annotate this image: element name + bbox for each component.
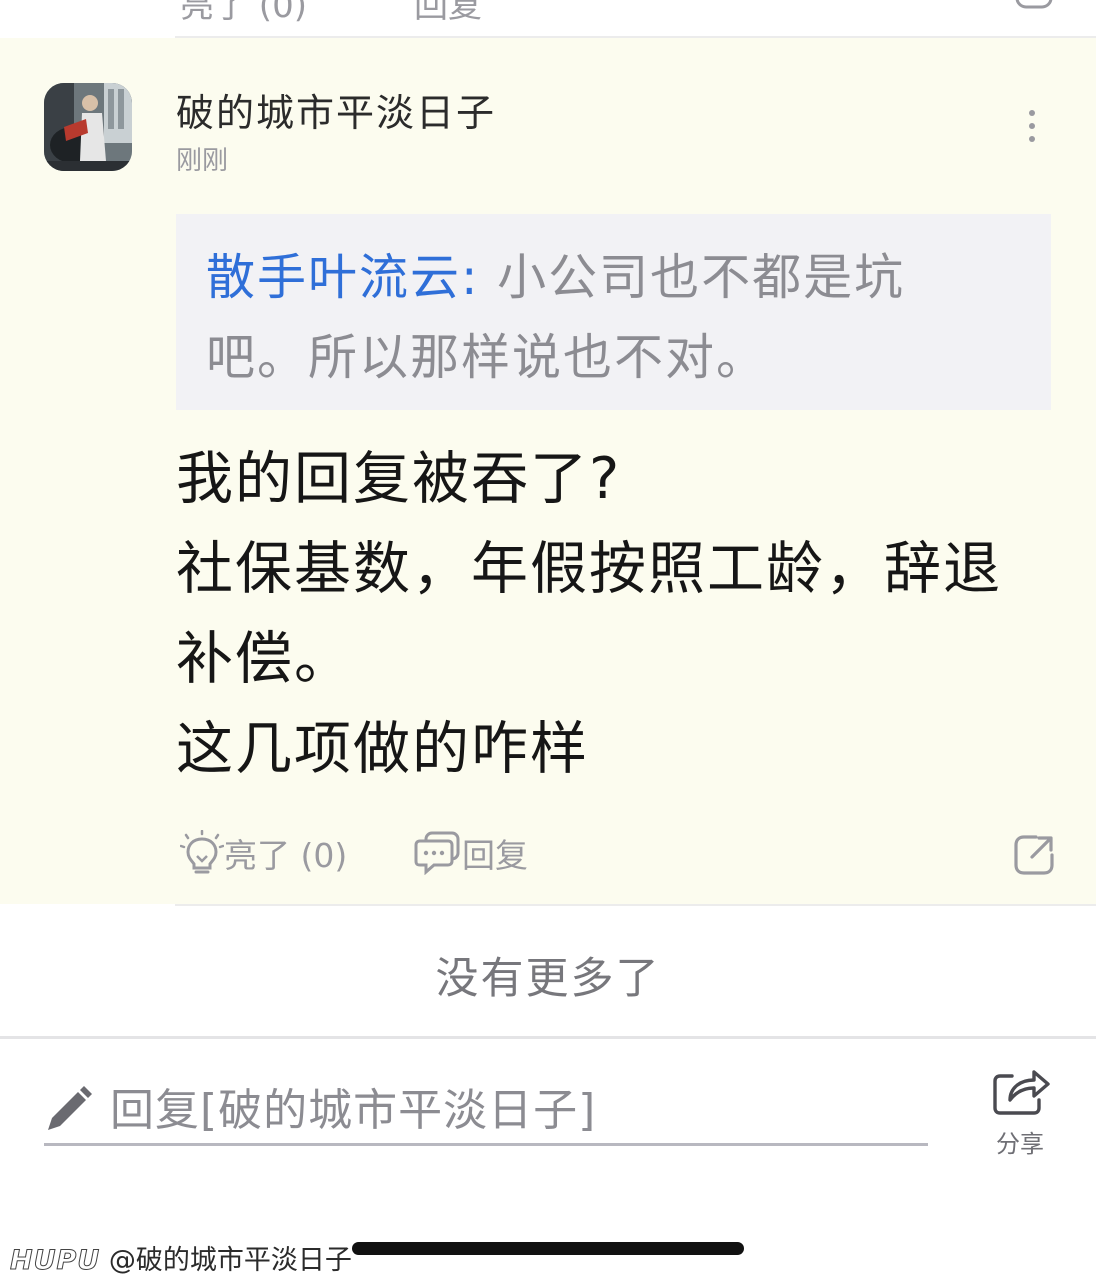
share-label: 分享 xyxy=(996,1130,1044,1158)
avatar-image xyxy=(44,83,132,171)
reply-input[interactable] xyxy=(110,1080,910,1140)
more-vertical-icon[interactable] xyxy=(1014,108,1050,144)
watermark-brand: HUPU xyxy=(9,1245,101,1277)
previous-share-icon[interactable] xyxy=(1014,0,1054,19)
previous-comment-actions: 亮了 (0) 回复 xyxy=(0,0,1096,36)
previous-like-label[interactable]: 亮了 (0) xyxy=(180,0,307,27)
comment-body-line: 我的回复被吞了? xyxy=(176,446,622,512)
divider xyxy=(0,1036,1096,1039)
like-label: 亮了 (0) xyxy=(224,836,348,875)
share-button[interactable]: 分享 xyxy=(984,1060,1056,1160)
reply-bar[interactable] xyxy=(44,1080,928,1146)
comment-body-line: 这几项做的咋样 xyxy=(176,716,589,782)
comment-card: 破的城市平淡日子 刚刚 散手叶流云: 小公司也不都是坑吧。所以那样说也不对。 我… xyxy=(0,38,1096,904)
comment-body-line: 社保基数，年假按照工龄，辞退 xyxy=(176,536,1002,602)
pencil-icon xyxy=(48,1086,92,1130)
comment-body-line: 补偿。 xyxy=(176,626,353,692)
like-button[interactable]: 亮了 (0) xyxy=(180,828,347,878)
quote-author[interactable]: 散手叶流云: xyxy=(206,249,480,306)
share-out-icon[interactable] xyxy=(1012,830,1056,880)
avatar[interactable] xyxy=(44,83,132,171)
reply-button[interactable]: 回复 xyxy=(414,828,528,878)
watermark-handle: @破的城市平淡日子 xyxy=(108,1245,352,1276)
comment-time: 刚刚 xyxy=(176,146,229,176)
quoted-comment[interactable]: 散手叶流云: 小公司也不都是坑吧。所以那样说也不对。 xyxy=(176,214,1051,410)
comment-actions: 亮了 (0) 回复 xyxy=(176,828,1056,878)
divider xyxy=(175,904,1096,906)
reply-label: 回复 xyxy=(462,836,528,875)
previous-reply-label[interactable]: 回复 xyxy=(414,0,482,27)
lightbulb-icon xyxy=(180,830,224,874)
share-icon xyxy=(993,1070,1050,1115)
no-more-text: 没有更多了 xyxy=(435,954,661,1004)
comment-bubble-icon xyxy=(414,831,460,875)
quote-text-block: 散手叶流云: 小公司也不都是坑吧。所以那样说也不对。 xyxy=(206,238,946,398)
watermark: HUPU @破的城市平淡日子 xyxy=(9,1238,352,1277)
home-indicator[interactable] xyxy=(352,1242,744,1255)
comment-body: 我的回复被吞了? 社保基数，年假按照工龄，辞退 补偿。 这几项做的咋样 xyxy=(176,434,1036,794)
comment-username[interactable]: 破的城市平淡日子 xyxy=(176,82,496,137)
